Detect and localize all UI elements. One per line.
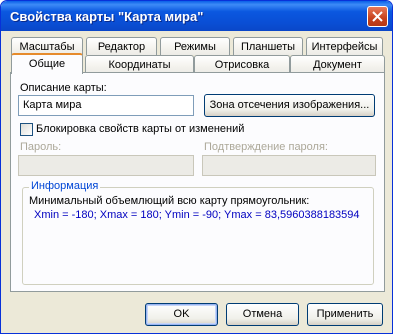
tab-editor[interactable]: Редактор	[86, 37, 157, 55]
tab-label: Редактор	[97, 41, 146, 53]
tab-general[interactable]: Общие	[11, 53, 83, 74]
close-icon	[372, 11, 383, 22]
info-group: Информация Минимальный объемлющий всю ка…	[22, 180, 374, 285]
tab-rendering[interactable]: Отрисовка	[194, 55, 290, 73]
tab-label: Общие	[28, 58, 66, 70]
tab-label: Отрисовка	[214, 59, 270, 71]
tab-label: Планшеты	[240, 41, 296, 53]
cancel-button[interactable]: Отмена	[226, 303, 299, 326]
tab-coordinates[interactable]: Координаты	[85, 55, 194, 73]
tab-label: Интерфейсы	[311, 41, 378, 53]
cancel-button-label: Отмена	[242, 308, 283, 320]
tab-label: Масштабы	[19, 41, 75, 53]
clip-zone-button-label: Зона отсечения изображения...	[209, 99, 370, 111]
info-line-2: Xmin = -180; Xmax = 180; Ymin = -90; Yma…	[34, 209, 360, 221]
tab-tablets[interactable]: Планшеты	[233, 37, 303, 55]
tab-document[interactable]: Документ	[290, 55, 385, 73]
apply-button[interactable]: Применить	[307, 303, 383, 326]
tab-interfaces[interactable]: Интерфейсы	[306, 37, 383, 55]
ok-button[interactable]: OK	[145, 303, 218, 326]
tab-panel-general: Описание карты: Карта мира Зона отсечени…	[10, 72, 385, 292]
description-value: Карта мира	[23, 99, 82, 111]
tab-label: Режимы	[174, 41, 216, 53]
window-title: Свойства карты "Карта мира"	[10, 9, 204, 24]
lock-checkbox-label[interactable]: Блокировка свойств карты от изменений	[36, 123, 244, 135]
confirm-password-label: Подтверждение пароля:	[204, 141, 328, 153]
confirm-password-field[interactable]	[202, 155, 376, 176]
info-line-1: Минимальный объемлющий всю карту прямоуг…	[29, 195, 310, 207]
close-button[interactable]	[367, 6, 388, 27]
tab-modes[interactable]: Режимы	[160, 37, 230, 55]
description-label: Описание карты:	[20, 82, 107, 94]
password-label: Пароль:	[20, 141, 62, 153]
ok-button-label: OK	[173, 308, 190, 320]
apply-button-label: Применить	[316, 308, 374, 320]
clip-zone-button[interactable]: Зона отсечения изображения...	[204, 94, 375, 117]
title-bar[interactable]: Свойства карты "Карта мира"	[1, 1, 392, 31]
password-field[interactable]	[18, 155, 194, 176]
lock-checkbox[interactable]	[20, 123, 33, 136]
description-input[interactable]: Карта мира	[18, 95, 194, 116]
tab-label: Координаты	[108, 59, 171, 71]
info-group-title: Информация	[29, 180, 101, 192]
properties-dialog: Свойства карты "Карта мира" Масштабы Ред…	[0, 0, 393, 334]
tab-label: Документ	[313, 59, 362, 71]
